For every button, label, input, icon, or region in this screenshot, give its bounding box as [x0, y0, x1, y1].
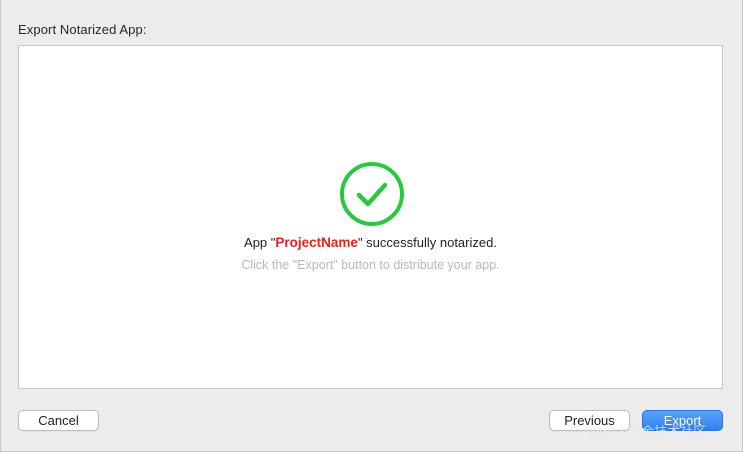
hint-text: Click the "Export" button to distribute … — [241, 258, 500, 272]
cancel-button[interactable]: Cancel — [18, 410, 99, 431]
content-panel: App "ProjectName" successfully notarized… — [18, 45, 723, 389]
export-button[interactable]: Export — [642, 410, 723, 431]
previous-button[interactable]: Previous — [549, 410, 630, 431]
message-suffix: " successfully notarized. — [357, 235, 497, 250]
project-name: ProjectName — [275, 235, 358, 250]
export-dialog: Export Notarized App: App "ProjectName" … — [0, 0, 743, 452]
message-prefix: App " — [244, 235, 276, 250]
dialog-title: Export Notarized App: — [18, 22, 147, 37]
checkmark-circle-icon — [340, 162, 404, 226]
success-message: App "ProjectName" successfully notarized… — [19, 235, 722, 250]
